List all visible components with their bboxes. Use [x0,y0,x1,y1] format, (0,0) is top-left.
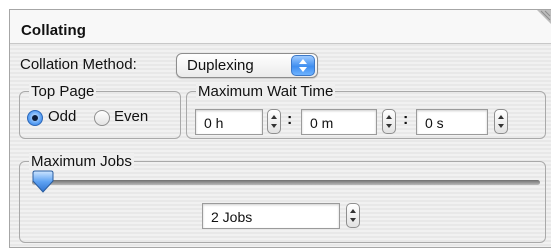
seconds-stepper[interactable] [494,109,508,134]
max-jobs-field[interactable]: 2 Jobs [202,203,340,229]
seconds-value: 0 s [425,115,444,131]
dialog-root: Collating Collation Method: Duplexing To… [0,0,559,250]
radio-even[interactable] [94,110,110,126]
max-jobs-label: Maximum Jobs [29,153,134,170]
hours-stepper[interactable] [267,109,281,134]
seconds-field[interactable]: 0 s [416,109,488,135]
max-jobs-slider-track[interactable] [32,180,540,185]
resize-grip-icon[interactable] [533,10,551,28]
panel-title-bar: Collating [10,10,551,44]
radio-odd-label: Odd [48,108,77,125]
minutes-field[interactable]: 0 m [301,109,377,135]
stepper-arrows-icon [386,115,392,128]
collation-method-label: Collation Method: [20,56,137,73]
top-page-label: Top Page [29,83,97,100]
panel-title: Collating [21,22,87,39]
collation-method-popup[interactable]: Duplexing [176,53,318,78]
colon-separator: : [403,111,409,128]
radio-odd[interactable] [27,110,43,126]
minutes-value: 0 m [310,115,334,131]
stepper-arrows-icon [271,115,277,128]
stepper-arrows-icon [498,115,504,128]
collating-panel: Collating Collation Method: Duplexing To… [9,9,551,248]
minutes-stepper[interactable] [382,109,396,134]
colon-separator: : [287,111,293,128]
radio-even-label: Even [114,108,149,125]
hours-value: 0 h [204,115,224,131]
max-jobs-stepper[interactable] [346,203,360,228]
max-jobs-value: 2 Jobs [211,209,253,225]
collation-method-value: Duplexing [187,57,254,74]
popup-arrows-icon [291,55,315,76]
max-jobs-slider-thumb[interactable] [31,170,55,194]
wait-time-label: Maximum Wait Time [196,83,336,100]
stepper-arrows-icon [350,209,356,222]
hours-field[interactable]: 0 h [195,109,263,135]
max-jobs-group [19,161,546,243]
